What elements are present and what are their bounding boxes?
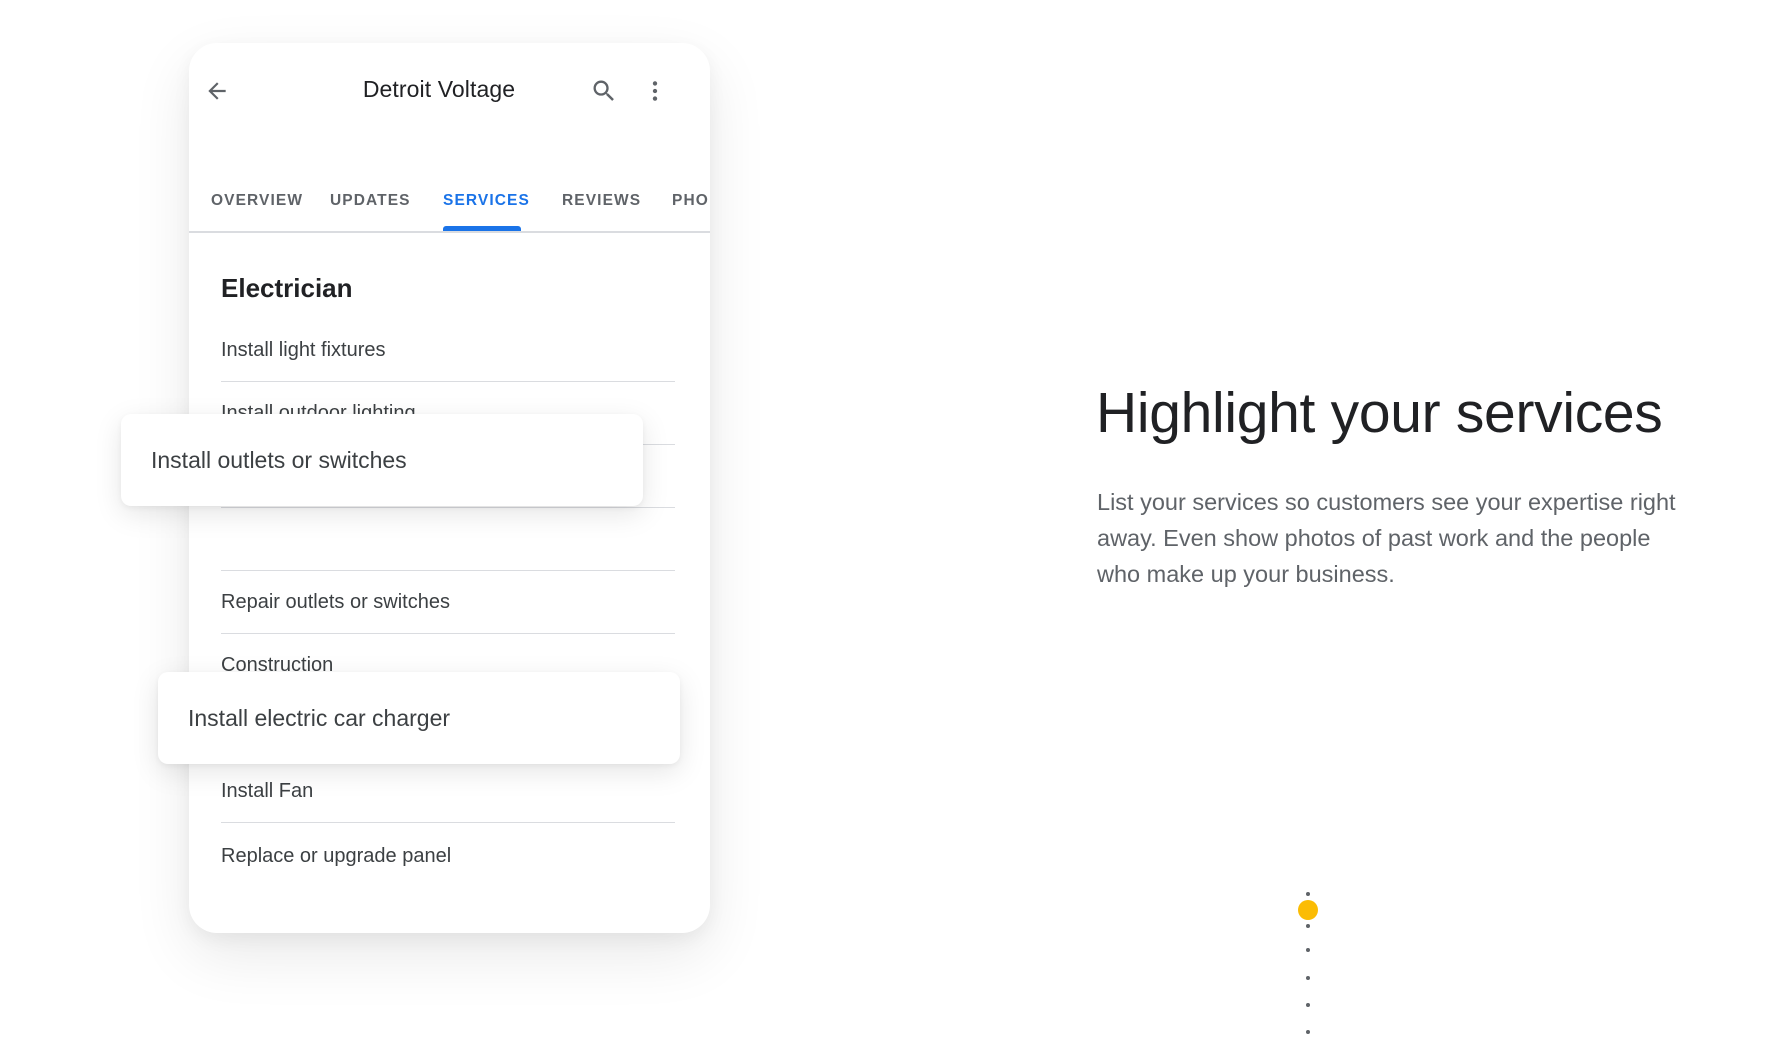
more-options-button[interactable] [633, 69, 677, 113]
pager-dot[interactable] [1306, 976, 1310, 980]
back-button[interactable] [195, 69, 239, 113]
slide-pager [1296, 890, 1320, 1040]
floating-service-chip: Install electric car charger [158, 672, 680, 764]
app-bar: Detroit Voltage [189, 43, 710, 127]
search-button[interactable] [582, 69, 626, 113]
pager-dot[interactable] [1306, 948, 1310, 952]
pager-dot[interactable] [1306, 1003, 1310, 1007]
service-item-hidden-row [221, 508, 675, 571]
tab-bar: OVERVIEW UPDATES SERVICES REVIEWS PHO [189, 127, 710, 233]
app-bar-title: Detroit Voltage [362, 76, 516, 102]
pager-dot-active[interactable] [1298, 900, 1318, 920]
service-item[interactable]: Install light fixtures [221, 319, 675, 382]
tab-updates[interactable]: UPDATES [330, 192, 411, 210]
service-item[interactable]: Replace or upgrade panel [221, 825, 675, 888]
service-item[interactable]: Repair outlets or switches [221, 571, 675, 634]
tab-overview[interactable]: OVERVIEW [211, 192, 303, 210]
services-category-title: Electrician [221, 273, 353, 303]
pager-dot[interactable] [1306, 1030, 1310, 1034]
more-vert-icon [642, 78, 668, 104]
page: Detroit Voltage OVERVIEW UPDATES SERVICE… [0, 0, 1767, 1062]
hero-headline: Highlight your services [1096, 381, 1663, 445]
pager-tick [1306, 892, 1310, 896]
floating-service-chip: Install outlets or switches [121, 414, 643, 506]
arrow-back-icon [204, 78, 230, 104]
service-item[interactable]: Install Fan [221, 760, 675, 823]
pager-tick [1306, 924, 1310, 928]
tab-photos[interactable]: PHO [672, 192, 709, 210]
hero-body: List your services so customers see your… [1097, 489, 1676, 587]
search-icon [590, 77, 618, 105]
tab-services[interactable]: SERVICES [443, 192, 530, 210]
tab-reviews[interactable]: REVIEWS [562, 192, 641, 210]
active-tab-indicator [443, 226, 521, 231]
